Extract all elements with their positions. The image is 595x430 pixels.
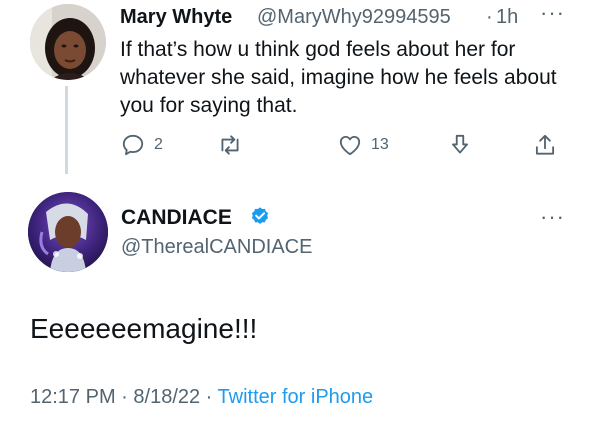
separator-dot: · [200, 386, 218, 408]
more-icon[interactable]: ··· [540, 0, 565, 26]
reply-icon [122, 134, 144, 156]
bookmark-button[interactable] [447, 132, 473, 158]
like-button[interactable]: 13 [337, 132, 389, 158]
avatar-image [30, 4, 106, 80]
like-icon [339, 135, 361, 156]
retweet-icon [221, 135, 239, 155]
reply-button[interactable]: 2 [120, 132, 163, 158]
tweet-text: Eeeeeeemagine!!! [30, 313, 258, 344]
verified-icon [251, 207, 269, 224]
avatar-candiace[interactable] [28, 192, 108, 272]
author-name[interactable]: CANDIACE [121, 206, 232, 230]
share-button[interactable] [532, 132, 558, 158]
tweet-meta: 12:17 PM · 8/18/22 · Twitter for iPhone [30, 386, 373, 409]
tweet-time[interactable]: 1h [496, 6, 518, 29]
like-count: 13 [371, 136, 389, 153]
share-icon [535, 134, 555, 155]
avatar-image [28, 192, 108, 272]
author-name[interactable]: Mary Whyte [120, 6, 232, 29]
tweet-source-link[interactable]: Twitter for iPhone [218, 386, 374, 408]
separator-dot: · [115, 386, 134, 408]
tweet-date[interactable]: 8/18/22 [133, 386, 200, 408]
tweet-time[interactable]: 12:17 PM [30, 386, 116, 408]
more-icon[interactable]: ··· [540, 204, 565, 230]
reply-count: 2 [154, 136, 163, 153]
separator-dot: · [486, 6, 493, 28]
author-handle[interactable]: @MaryWhy92994595 [257, 6, 451, 29]
author-handle[interactable]: @TherealCANDIACE [121, 236, 312, 259]
bookmark-icon [452, 134, 468, 154]
avatar-mary-whyte[interactable] [30, 4, 106, 80]
thread-line [65, 86, 68, 174]
retweet-button[interactable] [217, 132, 251, 158]
tweet-text: If that’s how u think god feels about he… [120, 38, 557, 117]
